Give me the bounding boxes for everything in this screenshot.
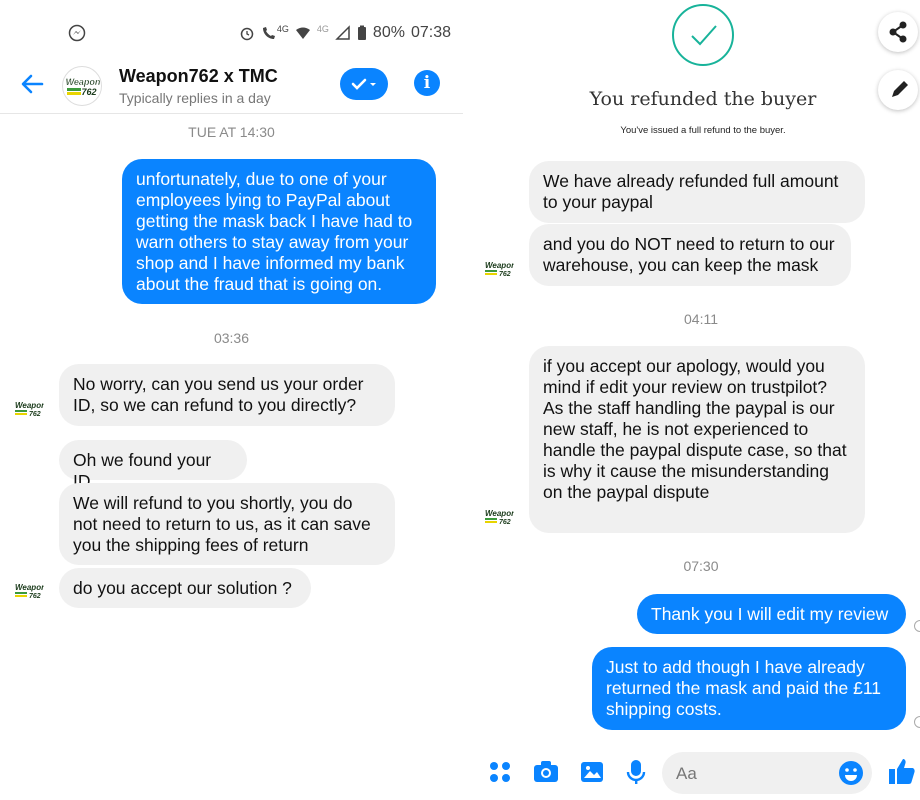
right-screenshot: You refunded the buyer You've issued a f… <box>468 0 920 800</box>
status-bar: 4G 4G 80% 07:38 <box>0 20 463 48</box>
incoming-message[interactable]: do you accept our solution ? <box>59 568 311 608</box>
call-4g-icon <box>262 27 275 39</box>
message-input-placeholder: Aa <box>676 764 697 783</box>
incoming-message[interactable]: No worry, can you send us your order ID,… <box>59 364 395 426</box>
weapon762-logo-icon: Weapon 762 <box>65 77 101 97</box>
reply-time-status: Typically replies in a day <box>119 90 271 106</box>
contact-name: Weapon762 x TMC <box>119 66 278 86</box>
svg-text:762: 762 <box>29 593 41 600</box>
message-input[interactable]: Aa <box>662 752 872 794</box>
mark-done-button[interactable] <box>340 68 388 100</box>
message-composer: Aa <box>482 744 920 800</box>
svg-text:Weapon: Weapon <box>15 583 44 592</box>
signal-icon <box>335 25 350 40</box>
more-apps-icon[interactable] <box>488 760 512 784</box>
contact-avatar[interactable]: Weapon 762 <box>62 66 102 106</box>
svg-text:Weapon: Weapon <box>485 509 514 518</box>
emoji-icon[interactable] <box>838 760 864 786</box>
wifi-icon <box>295 27 310 39</box>
like-thumb-icon[interactable] <box>886 756 916 786</box>
incoming-message[interactable]: if you accept our apology, would you min… <box>529 346 865 533</box>
microphone-icon[interactable] <box>624 758 648 786</box>
network-label-1: 4G <box>276 24 289 34</box>
sent-status-icon <box>914 716 920 728</box>
network-label-2: 4G <box>316 24 329 34</box>
svg-text:Weapon: Weapon <box>485 261 514 270</box>
outgoing-message[interactable]: Thank you I will edit my review <box>637 594 906 634</box>
svg-text:762: 762 <box>499 519 511 526</box>
outgoing-message[interactable]: Just to add though I have already return… <box>592 647 906 730</box>
incoming-message[interactable]: We have already refunded full amount to … <box>529 161 865 223</box>
incoming-message[interactable]: We will refund to you shortly, you do no… <box>59 483 395 565</box>
sender-avatar-icon: Weapon762 <box>485 509 514 526</box>
sender-avatar-icon: Weapon762 <box>15 583 44 600</box>
camera-icon[interactable] <box>532 758 560 786</box>
refund-check-icon <box>672 4 734 66</box>
svg-text:762: 762 <box>29 411 41 418</box>
incoming-message[interactable]: and you do NOT need to return to our war… <box>529 224 851 286</box>
refund-subtitle: You've issued a full refund to the buyer… <box>620 125 786 136</box>
timestamp: 04:11 <box>684 311 718 327</box>
messenger-notification-icon <box>68 24 86 42</box>
back-arrow-icon[interactable] <box>18 70 46 98</box>
svg-text:Weapon: Weapon <box>15 401 44 410</box>
edit-button[interactable] <box>878 70 918 110</box>
battery-icon <box>357 25 366 40</box>
gallery-icon[interactable] <box>578 758 606 786</box>
check-dropdown-icon <box>351 78 376 90</box>
timestamp: TUE AT 14:30 <box>188 124 275 140</box>
incoming-message[interactable]: Oh we found your ID <box>59 440 247 491</box>
sent-status-icon <box>914 620 920 632</box>
timestamp: 03:36 <box>213 330 250 346</box>
outgoing-message[interactable]: unfortunately, due to one of your employ… <box>122 159 436 304</box>
logo-text-bottom: 762 <box>81 87 96 97</box>
share-icon <box>889 21 907 43</box>
logo-text-top: Weapon <box>66 77 101 87</box>
conversation-header: Weapon 762 Weapon762 x TMC Typically rep… <box>0 56 463 114</box>
battery-percent: 80% <box>372 24 405 41</box>
alarm-icon <box>240 27 254 41</box>
clock: 07:38 <box>410 24 451 41</box>
share-button[interactable] <box>878 12 918 52</box>
refund-title: You refunded the buyer <box>589 88 817 110</box>
timestamp: 07:30 <box>683 558 719 574</box>
info-icon[interactable]: i <box>414 70 440 96</box>
sender-avatar-icon: Weapon762 <box>15 401 44 418</box>
svg-text:762: 762 <box>499 271 511 278</box>
left-screenshot: 4G 4G 80% 07:38 Weapon 762 Weapon762 x T… <box>0 0 463 800</box>
sender-avatar-icon: Weapon762 <box>485 261 514 278</box>
pencil-icon <box>892 81 908 97</box>
